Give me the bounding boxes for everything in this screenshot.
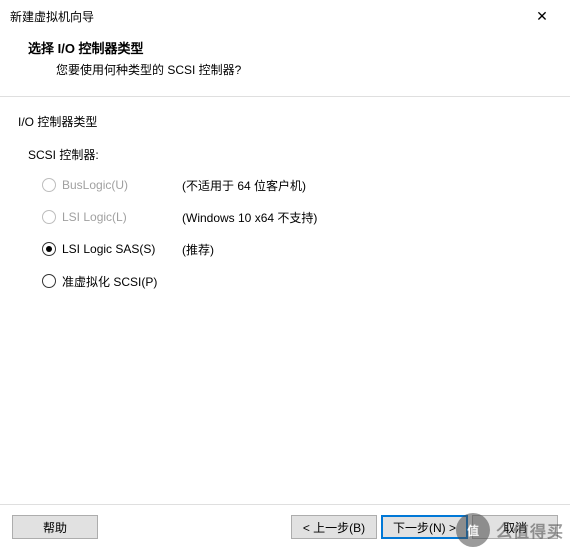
back-button[interactable]: < 上一步(B) [291, 515, 377, 539]
scsi-controller-label: SCSI 控制器: [18, 146, 552, 163]
option-lsilogic-sas[interactable]: LSI Logic SAS(S) (推荐) [42, 239, 552, 259]
radio-buslogic [42, 178, 56, 192]
option-note: (推荐) [182, 241, 214, 258]
radio-lsilogic-sas[interactable] [42, 242, 56, 256]
option-lsilogic: LSI Logic(L) (Windows 10 x64 不支持) [42, 207, 552, 227]
wizard-footer: 帮助 < 上一步(B) 下一步(N) > 取消 [0, 504, 570, 551]
page-subheading: 您要使用何种类型的 SCSI 控制器? [28, 61, 546, 78]
option-label: LSI Logic SAS(S) [62, 242, 182, 256]
close-button[interactable]: ✕ [522, 2, 562, 30]
option-note: (Windows 10 x64 不支持) [182, 209, 317, 226]
option-label: 准虚拟化 SCSI(P) [62, 273, 182, 290]
option-note: (不适用于 64 位客户机) [182, 177, 306, 194]
option-label: BusLogic(U) [62, 178, 182, 192]
window-title: 新建虚拟机向导 [10, 8, 522, 25]
group-title: I/O 控制器类型 [18, 113, 552, 130]
option-label: LSI Logic(L) [62, 210, 182, 224]
close-icon: ✕ [536, 8, 548, 25]
option-paravirtual-scsi[interactable]: 准虚拟化 SCSI(P) [42, 271, 552, 291]
page-heading: 选择 I/O 控制器类型 [28, 38, 546, 57]
titlebar: 新建虚拟机向导 ✕ [0, 0, 570, 32]
controller-options: BusLogic(U) (不适用于 64 位客户机) LSI Logic(L) … [18, 175, 552, 291]
radio-lsilogic [42, 210, 56, 224]
next-button[interactable]: 下一步(N) > [381, 515, 468, 539]
help-button[interactable]: 帮助 [12, 515, 98, 539]
option-buslogic: BusLogic(U) (不适用于 64 位客户机) [42, 175, 552, 195]
radio-paravirtual-scsi[interactable] [42, 274, 56, 288]
cancel-button[interactable]: 取消 [472, 515, 558, 539]
wizard-header: 选择 I/O 控制器类型 您要使用何种类型的 SCSI 控制器? [0, 32, 570, 97]
wizard-content: I/O 控制器类型 SCSI 控制器: BusLogic(U) (不适用于 64… [0, 97, 570, 313]
